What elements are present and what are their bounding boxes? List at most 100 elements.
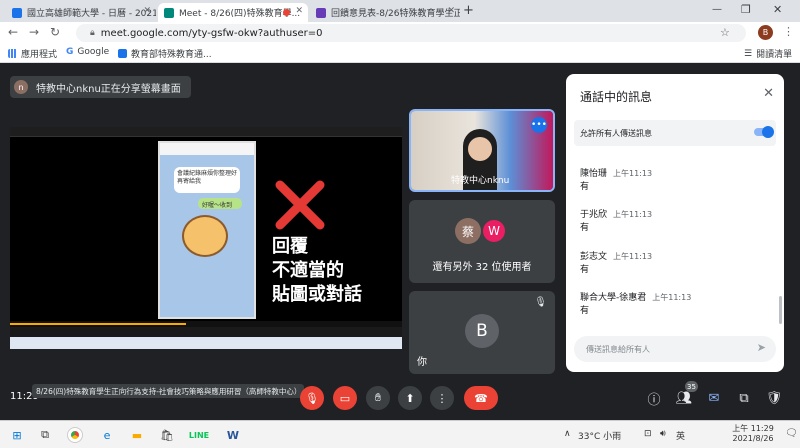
self-label: 你 [417,357,427,368]
present-button[interactable]: ⬆ [398,386,422,410]
message-sender: 陳怡珊 上午11:13 [580,169,653,179]
shared-screen[interactable]: 會議紀錄麻煩你整理好再寄給我 好喔～收到 回覆 不適當的 貼圖或對話 [10,127,402,349]
notification-icon[interactable]: 🗨︎ [785,428,798,439]
presenter-tile[interactable]: ••• 特教中心nknu [409,109,555,192]
close-window-button[interactable]: ✕ [773,3,782,16]
meeting-title-tooltip: 8/26(四)特殊教育學生正向行為支持-社會技巧策略與應用研習（高師特教中心） [32,384,304,398]
video-progress-fill [10,323,187,325]
sticker-image [182,215,228,257]
player-controls[interactable] [10,327,402,337]
close-tab-icon[interactable]: ✕ [143,6,151,16]
windows-start-icon[interactable]: ⊞ [8,426,26,444]
red-x-mark [275,180,325,230]
store-icon[interactable]: 🛍︎ [158,426,176,444]
file-explorer-icon[interactable]: ▬ [128,426,146,444]
raise-hand-button[interactable]: ✋︎ [366,386,390,410]
chat-screenshot-image: 會議紀錄麻煩你整理好再寄給我 好喔～收到 [158,141,256,319]
bookmark-special-edu[interactable]: 教育部特殊教育通... [118,47,212,60]
forward-arrow-icon[interactable]: → [29,25,39,39]
show-hidden-icons[interactable]: ∧ [564,429,571,439]
info-icon[interactable]: ⓘ [644,388,664,408]
activities-icon[interactable]: ⧉ [734,388,754,408]
reload-icon[interactable]: ↻ [50,25,60,39]
weather-text[interactable]: 33°C 小雨 [578,429,621,442]
profile-avatar[interactable]: B [758,25,773,40]
maximize-window-button[interactable]: ❐ [741,3,751,16]
message-text: 有 [580,223,590,233]
tab-meet-title: Meet - 8/26(四)特殊教育學... [179,9,301,19]
task-view-icon[interactable]: ⧉ [36,426,54,444]
mic-off-button[interactable]: 🎙︎ [300,386,324,410]
line-icon[interactable]: LINE [189,426,209,444]
presenter-avatar: n [14,80,28,94]
chat-icon[interactable]: ✉︎ [704,388,724,408]
others-tile[interactable]: 蔡 W 還有另外 32 位使用者 [409,200,555,283]
phone-header [160,143,254,155]
volume-icon[interactable]: 🔊︎ [660,429,666,439]
slide-caption: 回覆 不適當的 貼圖或對話 [272,236,362,305]
self-tile[interactable]: B 🎙︎ 你 [409,291,555,374]
minimize-window-button[interactable]: — [712,4,722,15]
url-input[interactable]: 🔒︎ meet.google.com/yty-gsfw-okw?authuser… [76,24,746,42]
mic-off-icon: 🎙︎ [534,297,547,308]
others-count-text: 還有另外 32 位使用者 [432,262,532,273]
chat-input[interactable]: 傳送訊息給所有人 ➤ [574,336,776,362]
chrome-icon[interactable] [66,426,84,444]
edge-icon[interactable]: e [98,426,116,444]
meet-icon [164,7,174,18]
chat-scrollbar[interactable] [779,296,782,324]
leave-call-button[interactable]: ☎︎ [464,386,498,410]
tab-calendar-title: 國立高雄師範大學 - 日曆 - 2021年... [27,9,156,19]
lock-icon: 🔒︎ [90,28,95,38]
camera-off-button[interactable]: ▭ [333,386,357,410]
chat-bubble-reply: 好喔～收到 [198,198,242,209]
windows-taskbar: ⊞ ⧉ e ▬ 🛍︎ LINE W ∧ 33°C 小雨 ⊡ 🔊︎ 英 上午 11… [0,420,800,448]
host-controls-icon[interactable]: 🛡︎ [764,388,784,408]
send-icon[interactable]: ➤ [757,341,766,354]
more-vert-icon[interactable]: ⋮ [783,25,794,38]
presenter-name: 特教中心nknu [451,176,510,186]
ime-indicator[interactable]: 英 [676,429,685,442]
star-icon[interactable]: ☆ [720,26,730,39]
presenting-banner: n 特教中心nknu正在分享螢幕畫面 [10,76,191,98]
participant-avatar: W [481,218,507,244]
message-sender: 彭志文 上午11:13 [580,252,653,262]
tab-calendar[interactable]: 國立高雄師範大學 - 日曆 - 2021年... ✕ [6,3,156,22]
network-icon[interactable]: ⊡ [644,429,652,439]
message-text: 有 [580,265,590,275]
close-tab-icon[interactable]: ✕ [447,6,455,16]
bookmark-apps[interactable]: 應用程式 [8,47,57,60]
chat-input-placeholder: 傳送訊息給所有人 [586,345,650,354]
tab-meet[interactable]: Meet - 8/26(四)特殊教育學... ✕ [158,3,308,22]
presenter-face [468,137,492,161]
bookmark-google[interactable]: G Google [66,47,109,57]
calendar-icon [12,7,22,18]
more-options-button[interactable]: ⋮ [430,386,454,410]
site-icon [118,49,127,58]
close-tab-icon[interactable]: ✕ [295,6,303,16]
close-chat-button[interactable]: ✕ [763,86,774,101]
apps-grid-icon [8,49,17,58]
reading-list[interactable]: ☰ 閱讀清單 [744,47,792,61]
address-bar-row: ← → ↻ 🔒︎ meet.google.com/yty-gsfw-okw?au… [0,22,800,44]
system-clock[interactable]: 上午 11:29 2021/8/26 [726,423,780,443]
message-sender: 聯合大學-徐惠君 上午11:13 [580,293,692,303]
back-arrow-icon[interactable]: ← [8,25,18,39]
allow-messages-label: 允許所有人傳送訊息 [580,129,652,138]
tab-feedback[interactable]: 回饋意見表-8/26特殊教育學生正... ✕ [310,3,460,22]
recording-dot-icon [283,9,290,16]
browser-tab-strip: 國立高雄師範大學 - 日曆 - 2021年... ✕ Meet - 8/26(四… [0,0,800,22]
more-options-icon[interactable]: ••• [531,117,547,133]
participant-avatar: 蔡 [455,218,481,244]
allow-messages-toggle[interactable] [754,126,774,138]
word-icon[interactable]: W [224,426,242,444]
forms-icon [316,7,326,18]
bookmarks-bar: 應用程式 G Google 教育部特殊教育通... ☰ 閱讀清單 [0,44,800,63]
message-text: 有 [580,182,590,192]
windows-taskbar-in-share [10,337,402,349]
reading-list-icon: ☰ [744,48,753,59]
allow-messages-row: 允許所有人傳送訊息 [574,120,776,146]
self-avatar: B [465,314,499,348]
tab-feedback-title: 回饋意見表-8/26特殊教育學生正... [331,9,460,19]
new-tab-button[interactable]: + [463,3,474,18]
